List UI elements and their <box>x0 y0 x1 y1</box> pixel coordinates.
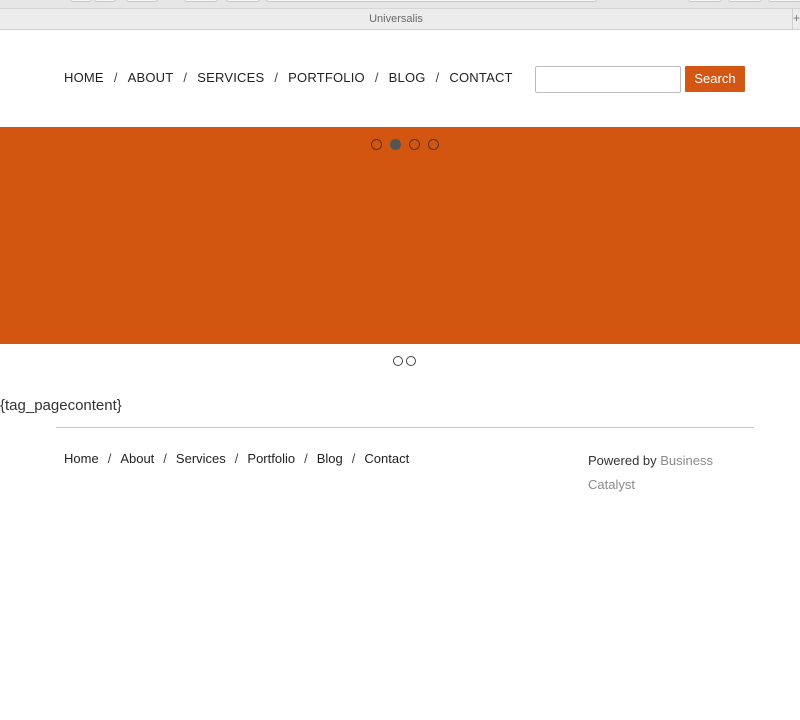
secondary-slider-dot-1[interactable] <box>393 356 403 366</box>
hero-slider <box>0 127 800 344</box>
footer-divider <box>56 427 754 428</box>
nav-separator: / <box>374 70 379 85</box>
plus-icon: + <box>793 11 800 25</box>
nav-separator: / <box>435 70 440 85</box>
back-button[interactable] <box>70 0 92 2</box>
browser-tab[interactable]: Universalis <box>0 8 792 30</box>
powered-by-prefix: Powered by <box>588 453 661 468</box>
nav-item-home[interactable]: HOME <box>64 70 104 85</box>
nav-separator: / <box>183 70 188 85</box>
page-content-placeholder: {tag_pagecontent} <box>0 397 122 414</box>
slider-dot-1[interactable] <box>371 139 382 150</box>
slider-dot-3[interactable] <box>409 139 420 150</box>
secondary-slider-pagination <box>393 356 416 366</box>
footer-nav-separator: / <box>234 451 239 466</box>
search-button[interactable]: Search <box>685 66 745 92</box>
footer-nav-item-blog[interactable]: Blog <box>317 451 343 466</box>
main-nav: HOME / ABOUT / SERVICES / PORTFOLIO / BLOG / CONTA… <box>64 70 513 85</box>
nav-separator: / <box>274 70 279 85</box>
footer-nav-separator: / <box>107 451 112 466</box>
footer-nav-separator: / <box>351 451 356 466</box>
address-bar[interactable] <box>265 0 598 2</box>
tabs-button[interactable] <box>226 0 260 2</box>
footer-nav: Home / About / Services / Portfolio / Blog / Conta… <box>64 451 409 466</box>
browser-toolbar <box>0 0 800 8</box>
footer-nav-separator: / <box>304 451 308 466</box>
share-sheet-button[interactable] <box>728 0 762 2</box>
slider-dot-2[interactable] <box>390 139 401 150</box>
sidebar-button[interactable] <box>126 0 158 2</box>
footer-nav-item-services[interactable]: Services <box>176 451 226 466</box>
slider-pagination <box>371 139 439 150</box>
new-tab-button[interactable]: + <box>792 8 800 30</box>
nav-item-blog[interactable]: BLOG <box>389 70 426 85</box>
footer-nav-item-portfolio[interactable]: Portfolio <box>247 451 295 466</box>
footer-nav-item-contact[interactable]: Contact <box>364 451 409 466</box>
share-button[interactable] <box>184 0 218 2</box>
footer-nav-item-home[interactable]: Home <box>64 451 99 466</box>
secondary-slider-dot-2[interactable] <box>406 356 416 366</box>
downloads-button[interactable] <box>688 0 722 2</box>
overview-button[interactable] <box>768 0 800 2</box>
nav-separator: / <box>113 70 118 85</box>
powered-by: Powered by Business Catalyst <box>588 449 738 497</box>
footer-nav-item-about[interactable]: About <box>120 451 154 466</box>
slider-dot-4[interactable] <box>428 139 439 150</box>
nav-item-contact[interactable]: CONTACT <box>449 70 512 85</box>
forward-button[interactable] <box>94 0 116 2</box>
nav-item-about[interactable]: ABOUT <box>128 70 174 85</box>
search-input[interactable] <box>535 66 681 93</box>
browser-chrome: Universalis + <box>0 0 800 30</box>
browser-tab-title: Universalis <box>369 13 423 25</box>
footer-nav-separator: / <box>163 451 167 466</box>
nav-item-services[interactable]: SERVICES <box>197 70 264 85</box>
nav-item-portfolio[interactable]: PORTFOLIO <box>288 70 365 85</box>
